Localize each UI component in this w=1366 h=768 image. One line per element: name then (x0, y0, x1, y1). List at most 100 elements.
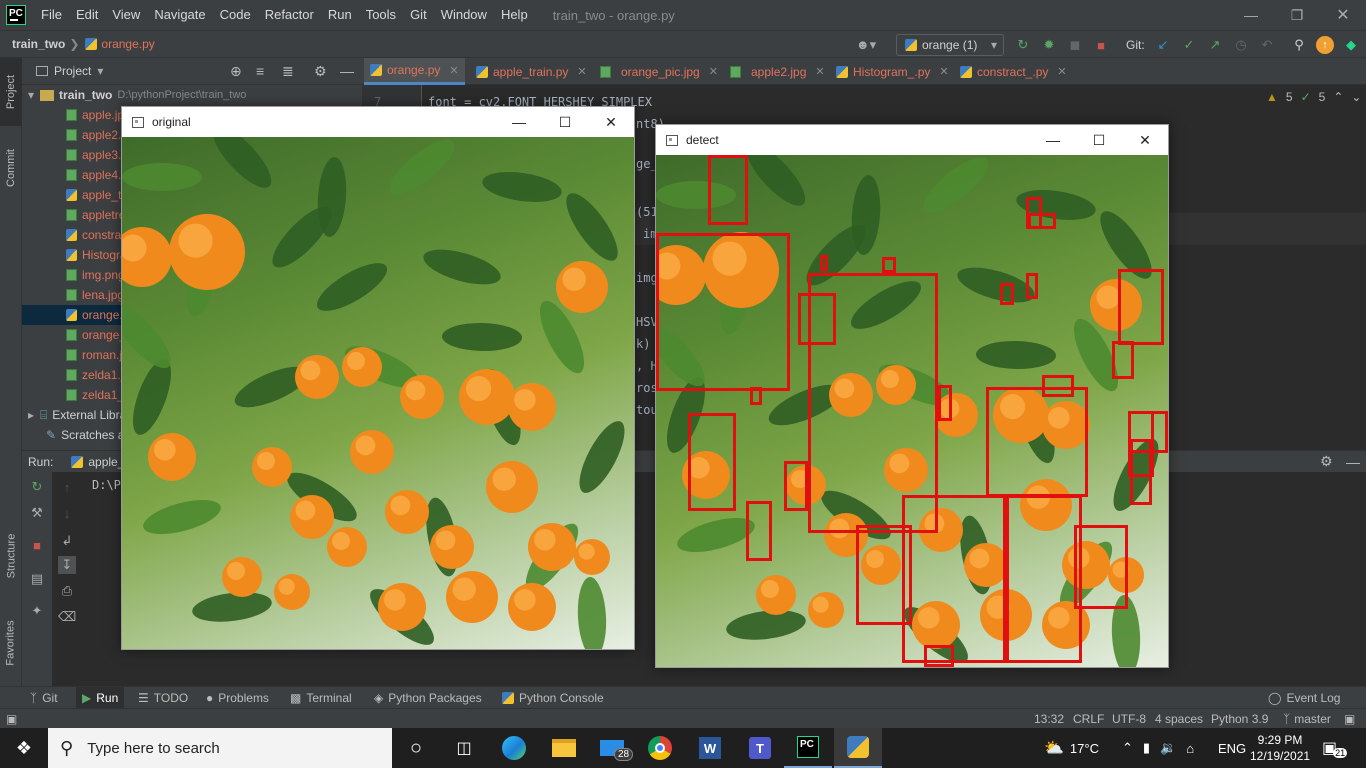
close-icon[interactable]: ✕ (577, 65, 586, 78)
side-tab-commit[interactable]: Commit (0, 134, 22, 202)
git-commit-icon[interactable]: ✓ (1180, 35, 1198, 55)
taskbar-search[interactable]: ⚲ Type here to search (48, 728, 392, 768)
file-explorer-icon[interactable] (540, 728, 588, 768)
volume-icon[interactable]: 🔉 (1160, 740, 1176, 756)
tab-git[interactable]: ᛉ Git (30, 687, 58, 709)
stop-icon[interactable]: ■ (1092, 35, 1110, 55)
menu-edit[interactable]: Edit (69, 0, 105, 30)
hide-icon[interactable]: — (1346, 454, 1360, 470)
locate-icon[interactable]: ⊕ (230, 63, 242, 80)
mail-icon[interactable]: 28 (588, 728, 636, 768)
tab-python-packages[interactable]: ◈ Python Packages (374, 687, 482, 709)
clock[interactable]: 9:29 PM 12/19/2021 (1250, 728, 1310, 768)
close-button[interactable]: ✕ (1320, 0, 1366, 30)
coverage-icon[interactable]: ◼ (1066, 35, 1084, 55)
chrome-icon[interactable] (636, 728, 684, 768)
close-button[interactable]: ✕ (1122, 125, 1168, 155)
run-config-select[interactable]: orange (1) ▾ (896, 34, 1004, 56)
gear-icon[interactable]: ⚙ (1320, 453, 1333, 470)
scroll-to-end-icon[interactable]: ↧ (58, 556, 76, 574)
git-update-icon[interactable]: ↙ (1154, 35, 1172, 55)
print-icon[interactable]: ⎙ (58, 582, 76, 600)
tab-terminal[interactable]: ▩ Terminal (290, 687, 352, 709)
notification-center[interactable]: ▣ 21 (1322, 728, 1348, 768)
tree-root[interactable]: ▾ train_two D:\pythonProject\train_two (22, 85, 362, 105)
tab-todo[interactable]: ☰ TODO (138, 687, 188, 709)
trash-icon[interactable]: ⌫ (58, 608, 76, 626)
arrow-down-icon[interactable]: ↓ (58, 504, 76, 522)
edge-icon[interactable] (490, 728, 538, 768)
event-log-button[interactable]: ◯ Event Log (1268, 687, 1340, 709)
menu-git[interactable]: Git (403, 0, 434, 30)
original-window-titlebar[interactable]: original — ☐ ✕ (122, 107, 634, 137)
side-tab-structure[interactable]: Structure (0, 516, 22, 596)
close-icon[interactable]: ✕ (449, 64, 458, 77)
language-indicator[interactable]: ENG (1218, 728, 1246, 768)
ide-features-icon[interactable]: ◆ (1342, 35, 1360, 55)
menu-file[interactable]: File (34, 0, 69, 30)
teams-icon[interactable]: T (736, 728, 784, 768)
word-icon[interactable]: W (686, 728, 734, 768)
git-branch[interactable]: ᛉ master (1283, 709, 1331, 729)
detect-window-titlebar[interactable]: detect — ☐ ✕ (656, 125, 1168, 155)
menu-view[interactable]: View (105, 0, 147, 30)
arrow-up-icon[interactable]: ↑ (58, 478, 76, 496)
expand-all-icon[interactable]: ≡ (256, 63, 264, 79)
lock-icon[interactable]: ▣ (1344, 709, 1355, 729)
pin-icon[interactable]: ✦ (28, 602, 46, 620)
tab-python-console[interactable]: Python Console (502, 687, 604, 709)
search-icon[interactable]: ⚲ (1290, 35, 1308, 55)
menu-refactor[interactable]: Refactor (258, 0, 321, 30)
breadcrumb-project[interactable]: train_two (12, 37, 65, 51)
rerun-icon[interactable]: ↻ (28, 478, 46, 496)
git-rollback-icon[interactable]: ↶ (1258, 35, 1276, 55)
git-history-icon[interactable]: ◷ (1232, 35, 1250, 55)
windows-start-icon[interactable]: ❖ (0, 728, 48, 768)
close-button[interactable]: ✕ (588, 107, 634, 137)
stop-icon[interactable]: ■ (28, 536, 46, 554)
toggle-panels-icon[interactable]: ▣ (6, 709, 17, 729)
chevron-up-icon[interactable]: ⌃ (1333, 90, 1343, 104)
tab-run[interactable]: ▶ Run (76, 687, 125, 709)
restore-button[interactable]: ❐ (1274, 0, 1320, 30)
minimize-button[interactable]: — (1228, 0, 1274, 30)
tab-constract-py[interactable]: constract_.py ✕ (954, 58, 1073, 85)
wifi-icon[interactable]: ⌂ (1186, 741, 1194, 756)
cortana-icon[interactable]: ○ (392, 728, 440, 768)
menu-navigate[interactable]: Navigate (147, 0, 212, 30)
collapse-all-icon[interactable]: ≣ (282, 63, 294, 80)
weather-widget[interactable]: ⛅ 17°C (1044, 728, 1099, 768)
task-view-icon[interactable]: ◫ (440, 728, 488, 768)
python-interpreter[interactable]: Python 3.9 (1211, 709, 1268, 729)
minimize-button[interactable]: — (496, 107, 542, 137)
indent-setting[interactable]: 4 spaces (1155, 709, 1203, 729)
chevron-up-icon[interactable]: ⌃ (1122, 740, 1133, 756)
minimize-button[interactable]: — (1030, 125, 1076, 155)
detect-image-window[interactable]: detect — ☐ ✕ (655, 124, 1169, 668)
chevron-down-icon[interactable]: ⌄ (1351, 90, 1361, 104)
line-separator[interactable]: CRLF (1073, 709, 1104, 729)
wrench-icon[interactable]: ⚒ (28, 504, 46, 522)
maximize-button[interactable]: ☐ (1076, 125, 1122, 155)
breadcrumb-file[interactable]: orange.py (85, 37, 155, 51)
soft-wrap-icon[interactable]: ↲ (58, 532, 76, 550)
menu-help[interactable]: Help (494, 0, 535, 30)
project-panel-title[interactable]: Project (54, 64, 91, 78)
side-tab-project[interactable]: Project (0, 58, 22, 126)
user-icon[interactable]: ☻▾ (852, 35, 880, 55)
original-image-window[interactable]: original — ☐ ✕ (121, 106, 635, 650)
maximize-button[interactable]: ☐ (542, 107, 588, 137)
close-icon[interactable]: ✕ (709, 65, 718, 78)
hide-icon[interactable]: — (340, 63, 354, 79)
layout-icon[interactable]: ▤ (28, 570, 46, 588)
menu-run[interactable]: Run (321, 0, 359, 30)
menu-code[interactable]: Code (213, 0, 258, 30)
file-encoding[interactable]: UTF-8 (1112, 709, 1146, 729)
caret-position[interactable]: 13:32 (1034, 709, 1064, 729)
side-tab-favorites[interactable]: Favorites (0, 603, 22, 683)
menu-tools[interactable]: Tools (359, 0, 403, 30)
git-push-icon[interactable]: ↗ (1206, 35, 1224, 55)
inspection-widget[interactable]: ▲ 5 ✓ 5 ⌃ ⌄ (1266, 90, 1361, 104)
tab-orange-pic-jpg[interactable]: orange_pic.jpg ✕ (594, 58, 724, 85)
gear-icon[interactable]: ⚙ (314, 63, 327, 80)
